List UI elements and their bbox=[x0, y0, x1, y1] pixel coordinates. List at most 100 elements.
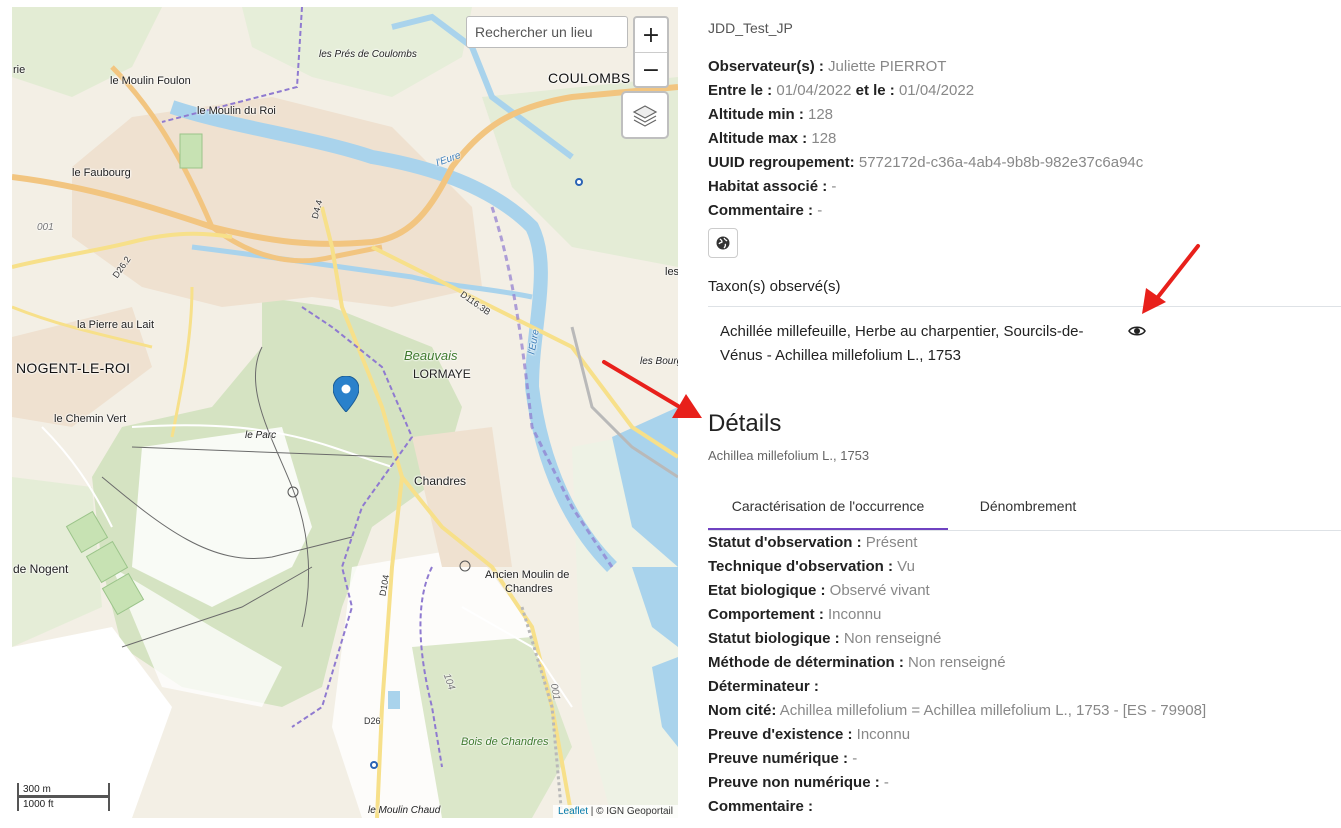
field-label: Entre le : bbox=[708, 82, 773, 99]
field-label: Observateur(s) : bbox=[708, 58, 824, 75]
scale-imperial: 1000 ft bbox=[17, 797, 110, 811]
field-value: Non renseigné bbox=[843, 630, 942, 647]
map-label: LORMAYE bbox=[413, 367, 471, 381]
field-label: Technique d'observation : bbox=[708, 558, 893, 575]
field-label: Commentaire : bbox=[708, 798, 814, 815]
zoom-control: + − bbox=[633, 16, 669, 88]
field-value: Achillea millefolium = Achillea millefol… bbox=[779, 702, 1207, 719]
map-label: D26 bbox=[364, 716, 381, 726]
location-marker-icon[interactable] bbox=[333, 376, 359, 412]
field-value: - bbox=[883, 774, 889, 791]
map-label: le Parc bbox=[245, 430, 277, 441]
layers-icon bbox=[632, 105, 658, 127]
layers-button[interactable] bbox=[621, 91, 669, 139]
detail-field: Statut biologique : Non renseigné bbox=[708, 629, 941, 649]
field-label: Preuve numérique : bbox=[708, 750, 849, 767]
field-value: Présent bbox=[865, 534, 918, 551]
details-title: Détails bbox=[708, 410, 782, 437]
field-altitude-max: Altitude max : 128 bbox=[708, 129, 836, 149]
field-label: et le : bbox=[855, 82, 895, 99]
field-value: - bbox=[817, 202, 823, 219]
detail-field: Nom cité: Achillea millefolium = Achille… bbox=[708, 701, 1206, 721]
map-label: Chandres bbox=[414, 474, 467, 488]
globe-icon bbox=[716, 236, 730, 250]
field-value: 128 bbox=[808, 106, 834, 123]
taxons-title: Taxon(s) observé(s) bbox=[708, 278, 841, 295]
field-value: 01/04/2022 bbox=[898, 82, 975, 99]
map-label: Beauvais bbox=[404, 348, 458, 363]
field-label: UUID regroupement: bbox=[708, 154, 855, 171]
field-value: Vu bbox=[897, 558, 915, 575]
annotation-arrow-icon bbox=[1142, 244, 1200, 314]
zoom-in-button[interactable]: + bbox=[635, 18, 667, 52]
map-label: le Moulin Chaud bbox=[368, 805, 441, 816]
map-attribution: Leaflet | © IGN Geoportail bbox=[552, 805, 678, 818]
field-label: Statut d'observation : bbox=[708, 534, 862, 551]
field-label: Etat biologique : bbox=[708, 582, 826, 599]
field-value: - bbox=[831, 178, 837, 195]
field-value: - bbox=[852, 750, 858, 767]
field-dates: Entre le : 01/04/2022 et le : 01/04/2022 bbox=[708, 81, 974, 101]
field-label: Comportement : bbox=[708, 606, 824, 623]
attribution-text: | © IGN Geoportail bbox=[588, 806, 673, 817]
scale-metric: 300 m bbox=[17, 783, 110, 797]
field-observateurs: Observateur(s) : Juliette PIERROT bbox=[708, 57, 946, 77]
detail-field: Méthode de détermination : Non renseigné bbox=[708, 653, 1006, 673]
details-tabs: Caractérisation de l'occurrence Dénombre… bbox=[708, 490, 1341, 530]
dataset-name: JDD_Test_JP bbox=[708, 20, 793, 36]
detail-field: Preuve non numérique : - bbox=[708, 773, 889, 793]
field-altitude-min: Altitude min : 128 bbox=[708, 105, 833, 125]
field-value: 01/04/2022 bbox=[776, 82, 852, 99]
map-label: la Pierre au Lait bbox=[77, 319, 155, 331]
tab-caracterisation[interactable]: Caractérisation de l'occurrence bbox=[708, 490, 948, 530]
detail-field: Preuve numérique : - bbox=[708, 749, 857, 769]
map-scale: 300 m 1000 ft bbox=[17, 783, 110, 811]
detail-field: Statut d'observation : Présent bbox=[708, 533, 917, 553]
field-value: 5772172d-c36a-4ab4-9b8b-982e37c6a94c bbox=[858, 154, 1144, 171]
globe-button[interactable] bbox=[708, 228, 738, 258]
field-label: Altitude max : bbox=[708, 130, 808, 147]
detail-field: Déterminateur : bbox=[708, 677, 819, 697]
field-label: Statut biologique : bbox=[708, 630, 840, 647]
field-value: Inconnu bbox=[856, 726, 911, 743]
map-label: de Nogent bbox=[13, 562, 69, 576]
map-label: les bbox=[665, 266, 678, 278]
detail-field: Technique d'observation : Vu bbox=[708, 557, 915, 577]
map-label: Bois de Chandres bbox=[461, 736, 549, 748]
tabs-divider bbox=[708, 530, 1341, 531]
map-label: 001 bbox=[547, 682, 562, 702]
divider bbox=[708, 306, 1341, 307]
field-label: Méthode de détermination : bbox=[708, 654, 904, 671]
field-value: Juliette PIERROT bbox=[828, 58, 947, 75]
map-label: rie bbox=[13, 64, 26, 76]
field-value: Non renseigné bbox=[908, 654, 1006, 671]
field-value: 128 bbox=[811, 130, 837, 147]
field-label: Altitude min : bbox=[708, 106, 804, 123]
field-label: Preuve d'existence : bbox=[708, 726, 853, 743]
map-search-input[interactable] bbox=[466, 16, 628, 48]
map-label: le Moulin du Roi bbox=[197, 105, 276, 117]
field-label: Commentaire : bbox=[708, 202, 814, 219]
eye-icon[interactable] bbox=[1128, 324, 1146, 338]
detail-field: Etat biologique : Observé vivant bbox=[708, 581, 930, 601]
details-subtitle: Achillea millefolium L., 1753 bbox=[708, 448, 870, 463]
map-label: COULOMBS bbox=[548, 70, 631, 86]
map-label: 001 bbox=[37, 222, 54, 233]
zoom-out-button[interactable]: − bbox=[635, 52, 667, 87]
field-label: Habitat associé : bbox=[708, 178, 828, 195]
map-label: NOGENT-LE-ROI bbox=[16, 360, 131, 376]
field-uuid: UUID regroupement: 5772172d-c36a-4ab4-9b… bbox=[708, 153, 1143, 173]
map-label: Ancien Moulin de bbox=[485, 569, 570, 581]
map-label: le Moulin Foulon bbox=[110, 75, 191, 87]
field-value: Inconnu bbox=[828, 606, 882, 623]
leaflet-link[interactable]: Leaflet bbox=[558, 806, 588, 817]
field-label: Nom cité: bbox=[708, 702, 777, 719]
annotation-arrow-icon bbox=[602, 360, 702, 418]
tab-denombrement[interactable]: Dénombrement bbox=[958, 490, 1098, 528]
field-habitat: Habitat associé : - bbox=[708, 177, 836, 197]
observation-panel: JDD_Test_JP Observateur(s) : Juliette PI… bbox=[708, 0, 1341, 828]
map-label: les Prés de Coulombs bbox=[319, 49, 417, 60]
map[interactable]: rie le Moulin Foulon les Prés de Coulomb… bbox=[12, 7, 678, 818]
taxon-name: Achillée millefeuille, Herbe au charpent… bbox=[720, 323, 1084, 364]
map-label: le Chemin Vert bbox=[54, 413, 127, 425]
